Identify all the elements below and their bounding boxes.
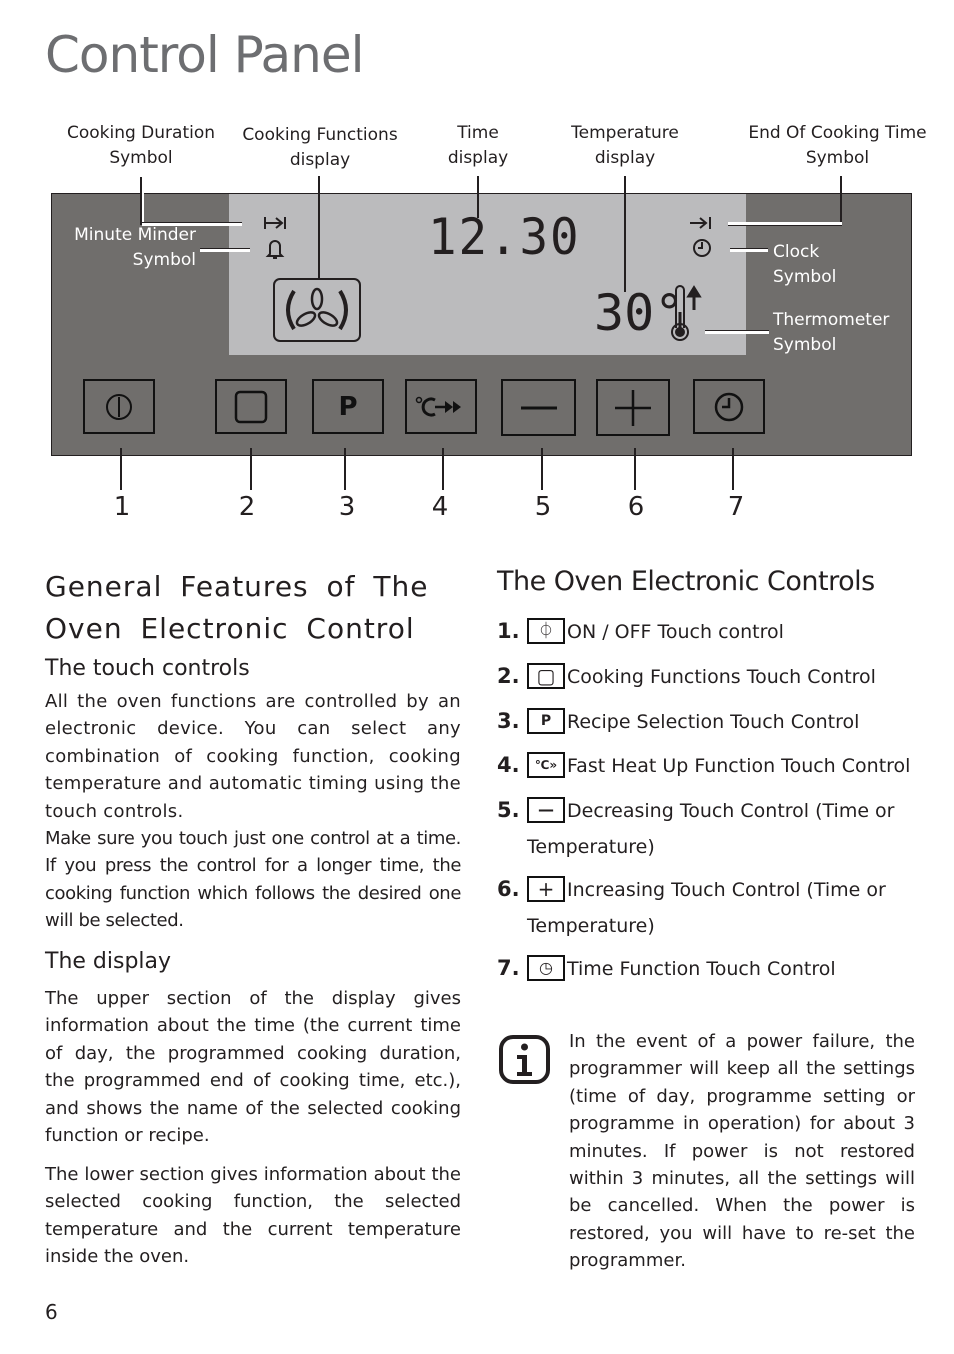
item-label-continued: Temperature) [527, 836, 655, 858]
square-icon: ▢ [527, 662, 565, 689]
subheading-touch-controls: The touch controls [45, 656, 250, 681]
page-title: Control Panel [45, 26, 365, 84]
list-item: 2. ▢ Cooking Functions Touch Control [497, 658, 917, 695]
callout-end-of-cooking: End Of Cooking Time Symbol [748, 123, 927, 168]
on-off-button[interactable] [83, 379, 155, 434]
power-icon: ⏀ [527, 617, 565, 644]
touch-controls-paragraph-2: Make sure you touch just one control at … [45, 828, 461, 932]
item-label-continued: Temperature) [527, 915, 655, 937]
info-icon [499, 1035, 550, 1084]
item-label: Recipe Selection Touch Control [567, 711, 860, 733]
time-function-button[interactable] [693, 379, 765, 434]
fast-heat-up-button[interactable] [405, 379, 477, 434]
display-paragraph-1: The upper section of the display gives i… [45, 988, 461, 1147]
callout-thermometer: Thermometer Symbol [773, 310, 890, 355]
item-number: 5. [497, 798, 520, 822]
item-number: 3. [497, 709, 520, 733]
power-icon [106, 393, 132, 420]
button-number: 2 [238, 492, 256, 522]
item-label: Fast Heat Up Function Touch Control [567, 755, 911, 777]
item-number: 4. [497, 753, 520, 777]
callout-temperature-display: Temperature display [571, 123, 679, 168]
button-number: 7 [727, 492, 745, 522]
item-label: Cooking Functions Touch Control [567, 666, 876, 688]
minus-icon: — [527, 796, 565, 823]
clock-icon: ◷ [527, 954, 565, 981]
callout-cooking-duration: Cooking Duration Symbol [66, 123, 216, 168]
time-display: 12.30 [428, 208, 581, 266]
list-item: 5. — Decreasing Touch Control (Time or Tem… [497, 792, 917, 865]
callout-clock: Clock Symbol [773, 242, 837, 287]
list-item: 4. ℃» Fast Heat Up Function Touch Control [497, 747, 917, 784]
item-label: Time Function Touch Control [567, 958, 836, 980]
callout-minute-minder: Minute Minder Symbol [74, 225, 196, 270]
item-label: ON / OFF Touch control [567, 621, 784, 643]
bell-icon [265, 240, 285, 259]
list-item: 1. ⏀ ON / OFF Touch control [497, 613, 917, 650]
minus-icon [520, 406, 557, 409]
list-item: 7. ◷ Time Function Touch Control [497, 950, 917, 987]
item-label: Decreasing Touch Control (Time or [567, 800, 895, 822]
cooking-duration-icon [264, 217, 286, 259]
button-number: 6 [627, 492, 645, 522]
item-number: 1. [497, 619, 520, 643]
list-item: 3. P Recipe Selection Touch Control [497, 703, 917, 740]
callout-cooking-functions: Cooking Functions display [242, 125, 398, 170]
fan-function-icon [273, 278, 361, 342]
button-number: 4 [431, 492, 449, 522]
p-icon: P [338, 391, 358, 422]
item-label: Increasing Touch Control (Time or [567, 879, 886, 901]
callout-time-display: Time display [447, 123, 509, 168]
fast-heat-icon [415, 396, 461, 416]
plus-icon: + [527, 875, 565, 902]
end-of-cooking-icon [690, 217, 711, 257]
fast-heat-icon: ℃» [527, 751, 565, 778]
item-number: 6. [497, 877, 520, 901]
section-heading-general: General Features of The Oven Electronic … [45, 570, 429, 645]
display-paragraph-2: The lower section gives information abou… [45, 1164, 461, 1268]
thermometer-icon [671, 285, 702, 341]
plus-icon [615, 389, 651, 426]
list-item: 6. + Increasing Touch Control (Time or Tem… [497, 871, 917, 944]
item-number: 7. [497, 956, 520, 980]
section-heading-controls: The Oven Electronic Controls [497, 566, 875, 597]
subheading-display: The display [45, 949, 172, 974]
increase-button[interactable] [596, 379, 670, 436]
page-number: 6 [45, 1300, 58, 1324]
cooking-functions-button[interactable] [215, 379, 287, 434]
p-icon: P [527, 707, 565, 734]
square-icon [234, 390, 268, 423]
button-number: 3 [338, 492, 356, 522]
clock-icon [714, 392, 744, 421]
recipe-selection-button[interactable]: P [312, 379, 384, 434]
button-number: 1 [113, 492, 131, 522]
decrease-button[interactable] [501, 379, 576, 436]
button-number: 5 [534, 492, 552, 522]
power-failure-note: In the event of a power failure, the pro… [569, 1031, 915, 1272]
touch-controls-paragraph-1: All the oven functions are controlled by… [45, 691, 461, 822]
item-number: 2. [497, 664, 520, 688]
